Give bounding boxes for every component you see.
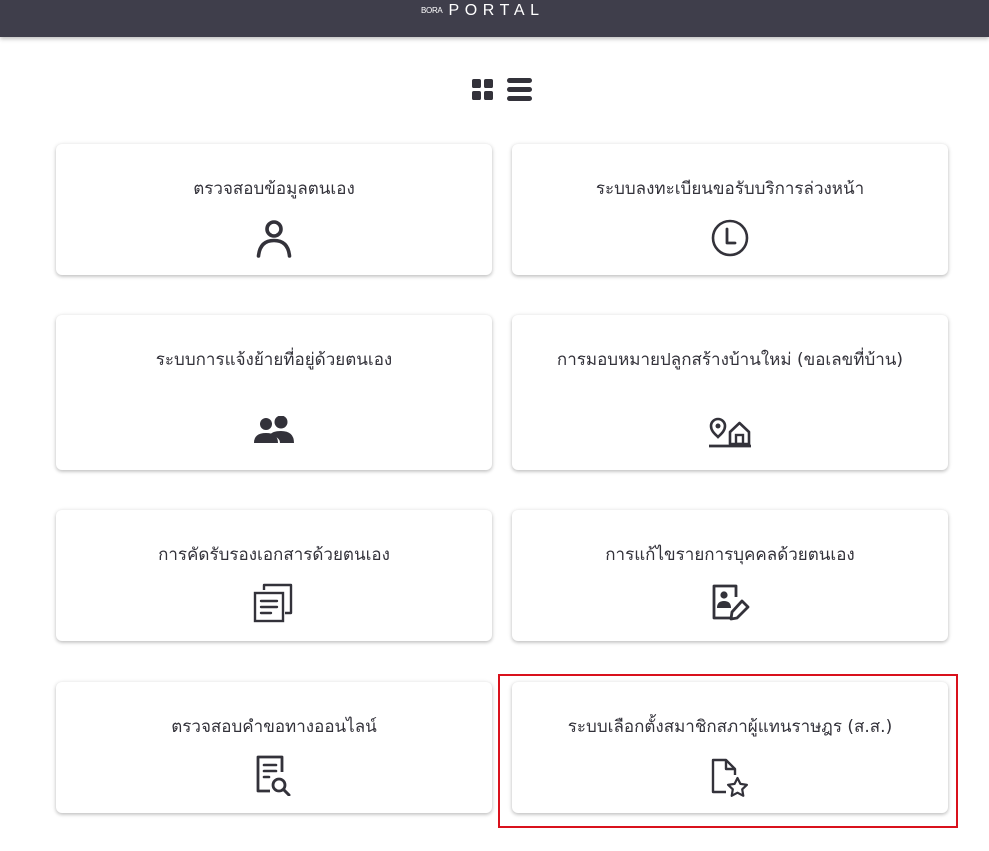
grid-view-icon[interactable] <box>472 79 493 100</box>
card-advance-service-registration[interactable]: ระบบลงทะเบียนขอรับบริการล่วงหน้า <box>512 144 948 275</box>
clock-icon <box>711 219 749 257</box>
location-home-icon <box>709 417 751 448</box>
card-self-person-record-edit[interactable]: การแก้ไขรายการบุคคลด้วยตนเอง <box>512 510 948 641</box>
card-label: ระบบลงทะเบียนขอรับบริการล่วงหน้า <box>595 179 865 199</box>
card-label: การคัดรับรองเอกสารด้วยตนเอง <box>158 545 390 565</box>
list-view-icon[interactable] <box>507 78 532 101</box>
top-navigation-bar: BORA PORTAL <box>0 0 989 37</box>
brand-prefix: BORA <box>421 6 443 15</box>
card-label: ระบบการแจ้งย้ายที่อยู่ด้วยตนเอง <box>155 350 393 370</box>
card-election-house-of-representatives[interactable]: ระบบเลือกตั้งสมาชิกสภาผู้แทนราษฎร (ส.ส.) <box>512 682 948 813</box>
view-toggle <box>472 78 532 101</box>
document-search-icon <box>256 755 291 796</box>
card-self-address-move[interactable]: ระบบการแจ้งย้ายที่อยู่ด้วยตนเอง <box>56 315 492 470</box>
card-new-house-number-request[interactable]: การมอบหมายปลูกสร้างบ้านใหม่ (ขอเลขที่บ้า… <box>512 315 948 470</box>
card-label: ระบบเลือกตั้งสมาชิกสภาผู้แทนราษฎร (ส.ส.) <box>567 717 893 737</box>
person-edit-icon <box>712 584 750 621</box>
card-online-request-check[interactable]: ตรวจสอบคำขอทางออนไลน์ <box>56 682 492 813</box>
card-self-information-check[interactable]: ตรวจสอบข้อมูลตนเอง <box>56 144 492 275</box>
card-label: การมอบหมายปลูกสร้างบ้านใหม่ (ขอเลขที่บ้า… <box>556 350 904 370</box>
brand-name: PORTAL <box>448 2 545 19</box>
documents-copy-icon <box>253 583 293 623</box>
portal-logo[interactable]: BORA PORTAL <box>421 0 545 22</box>
card-label: ตรวจสอบคำขอทางออนไลน์ <box>171 717 377 737</box>
card-self-document-certification[interactable]: การคัดรับรองเอกสารด้วยตนเอง <box>56 510 492 641</box>
document-star-icon <box>711 758 748 797</box>
user-icon <box>256 220 292 258</box>
users-icon <box>254 416 294 443</box>
card-label: การแก้ไขรายการบุคคลด้วยตนเอง <box>605 545 855 565</box>
card-label: ตรวจสอบข้อมูลตนเอง <box>193 179 355 199</box>
